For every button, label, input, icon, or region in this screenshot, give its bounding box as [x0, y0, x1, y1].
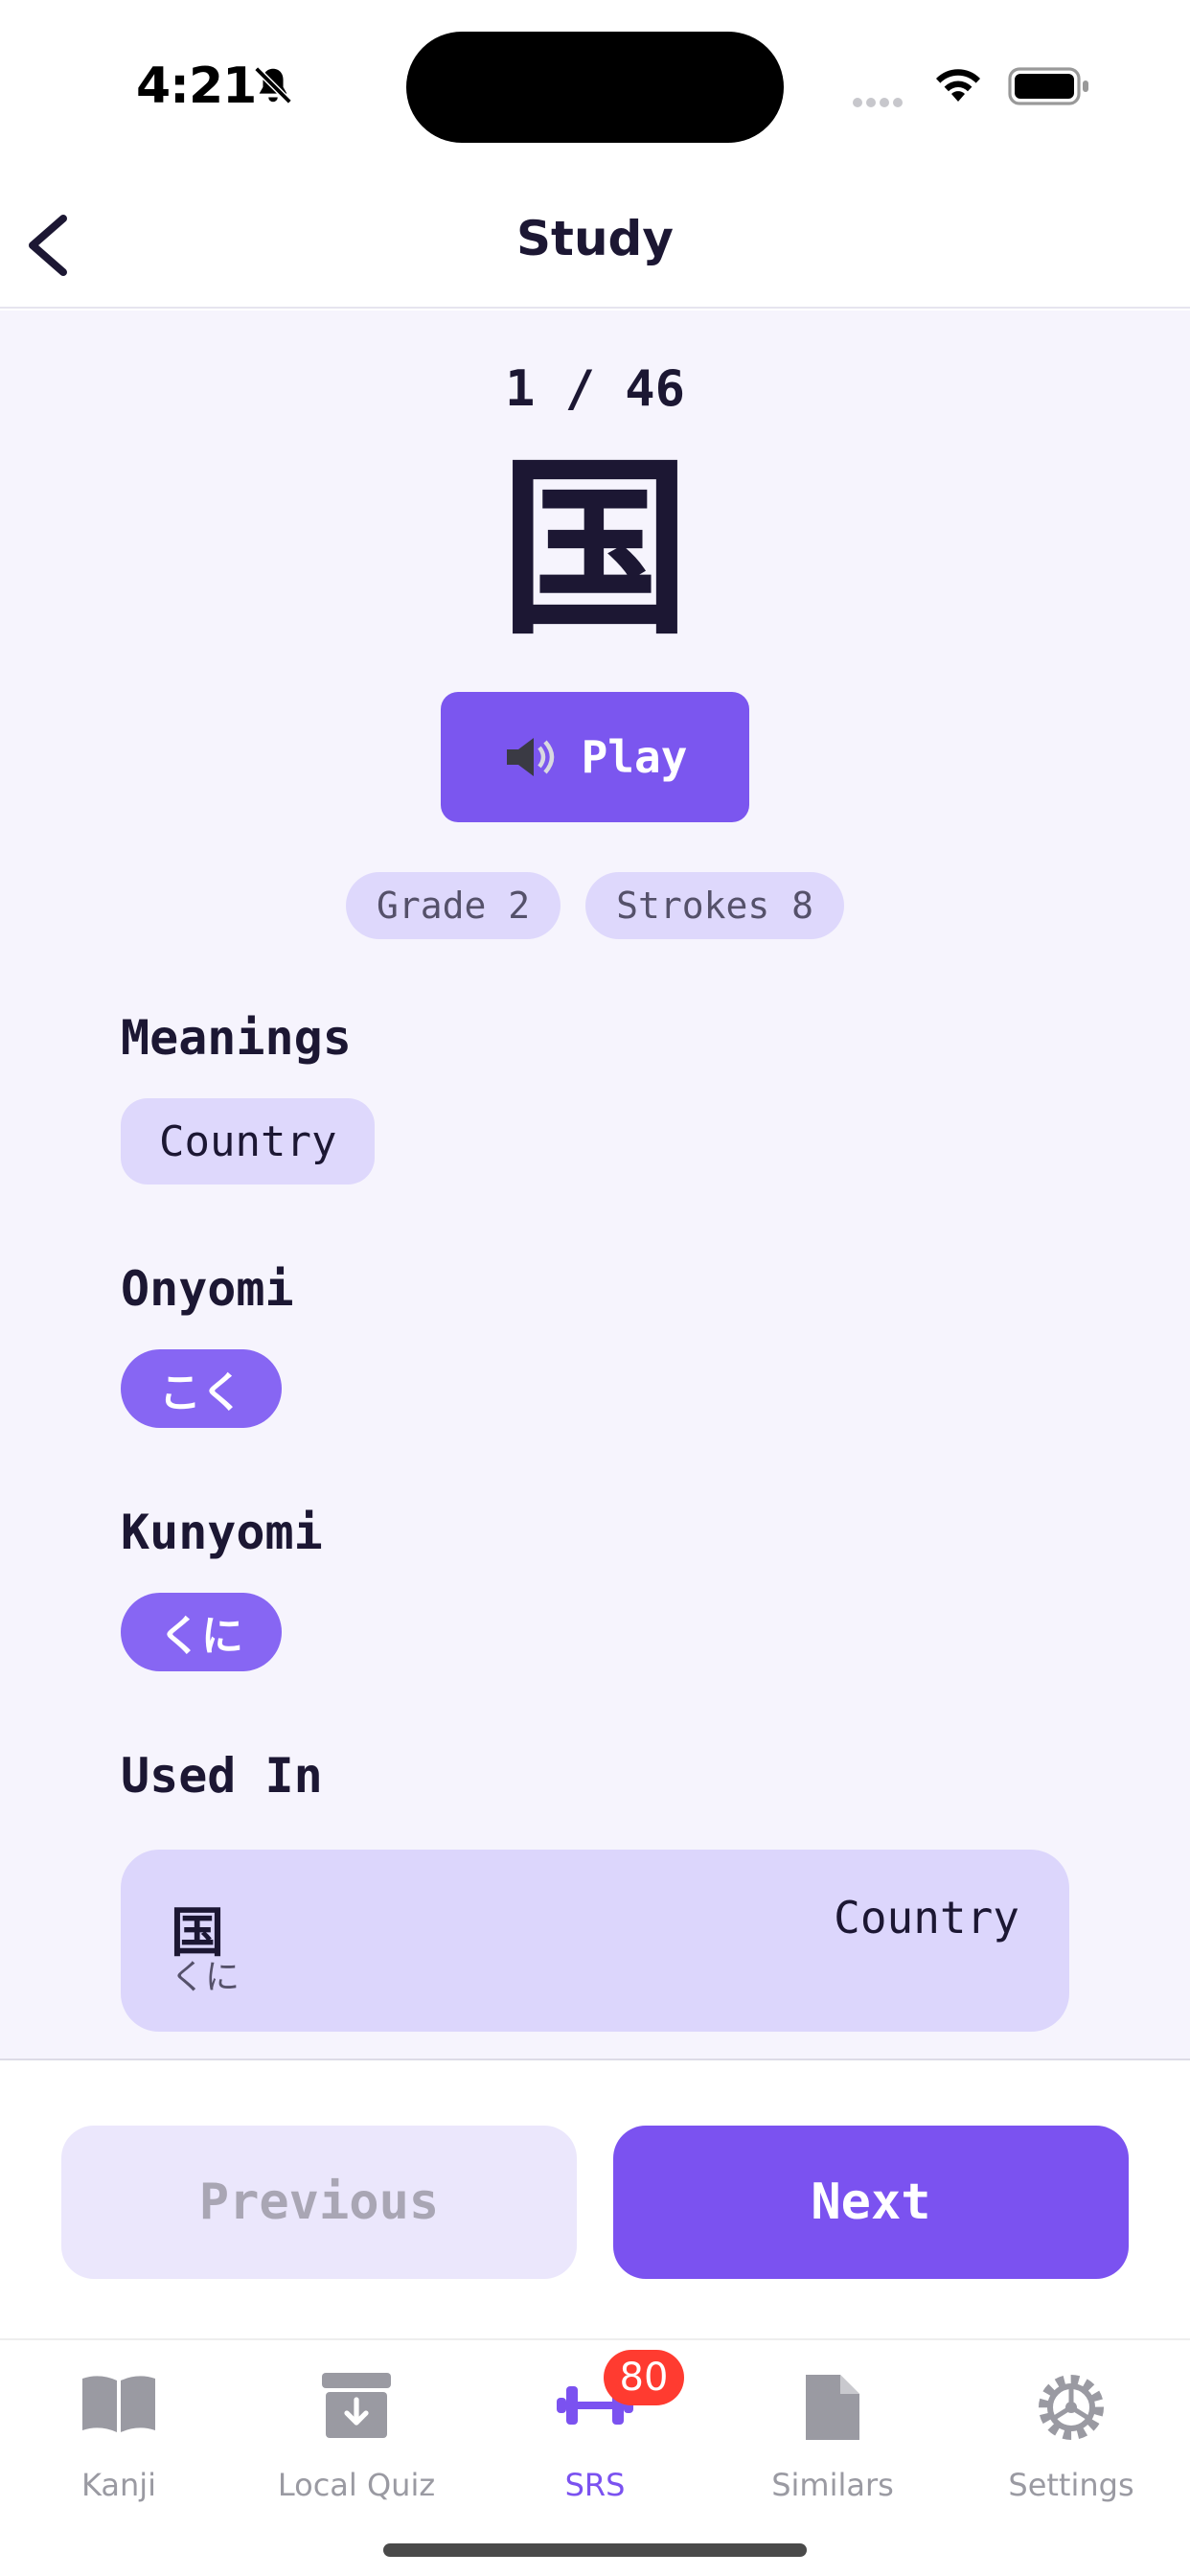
tab-label: Similars: [771, 2467, 894, 2503]
status-time: 4:21: [136, 58, 257, 115]
used-in-meaning: Country: [834, 1892, 1019, 1944]
tab-settings[interactable]: Settings: [952, 2359, 1190, 2513]
used-in-card[interactable]: 国 くに Country: [121, 1850, 1069, 2032]
dynamic-island: [406, 32, 784, 143]
used-in-reading: くに: [171, 1958, 240, 1997]
document-icon: [806, 2375, 859, 2440]
battery-icon: [1008, 67, 1088, 105]
wifi-icon: [936, 69, 980, 102]
bell-muted-icon: [254, 66, 292, 104]
card-counter: 1 / 46: [505, 360, 685, 418]
study-content: 1 / 46 国 Play Grade 2 Strokes 8 Meanings…: [0, 310, 1190, 2058]
tab-label: SRS: [564, 2467, 626, 2503]
tab-kanji[interactable]: Kanji: [0, 2359, 238, 2513]
kanji-character: 国: [498, 438, 691, 661]
page-title: Study: [516, 211, 674, 266]
meaning-tag: Country: [121, 1098, 376, 1184]
previous-button[interactable]: Previous: [61, 2126, 577, 2279]
status-bar: 4:21: [0, 0, 1190, 172]
next-button[interactable]: Next: [613, 2126, 1129, 2279]
book-icon: [82, 2376, 155, 2432]
play-label: Play: [581, 731, 688, 783]
srs-badge: 80: [604, 2350, 684, 2405]
onyomi-title: Onyomi: [121, 1261, 294, 1317]
onyomi-tag: こく: [121, 1349, 282, 1428]
tab-bar: Kanji Local Quiz SRS Similars Settings 8…: [0, 2338, 1190, 2576]
tab-local-quiz[interactable]: Local Quiz: [238, 2359, 475, 2513]
used-in-title: Used In: [121, 1748, 323, 1804]
strokes-chip: Strokes 8: [585, 872, 845, 939]
kanji-info-chips: Grade 2 Strokes 8: [0, 872, 1190, 939]
tab-label: Local Quiz: [277, 2467, 436, 2503]
kunyomi-title: Kunyomi: [121, 1505, 323, 1560]
tab-label: Settings: [1008, 2467, 1134, 2503]
kunyomi-tag: くに: [121, 1593, 282, 1671]
grade-chip: Grade 2: [345, 872, 561, 939]
meanings-title: Meanings: [121, 1010, 352, 1066]
home-indicator: [383, 2543, 807, 2557]
tab-similars[interactable]: Similars: [714, 2359, 951, 2513]
cellular-signal-icon: [853, 93, 906, 111]
tab-label: Kanji: [80, 2467, 157, 2503]
archive-box-icon: [322, 2373, 391, 2438]
speaker-icon: [506, 738, 554, 776]
gear-icon: [1039, 2375, 1104, 2440]
study-footer: Previous Next: [0, 2058, 1190, 2338]
play-audio-button[interactable]: Play: [441, 692, 749, 822]
navigation-bar: Study: [0, 172, 1190, 309]
